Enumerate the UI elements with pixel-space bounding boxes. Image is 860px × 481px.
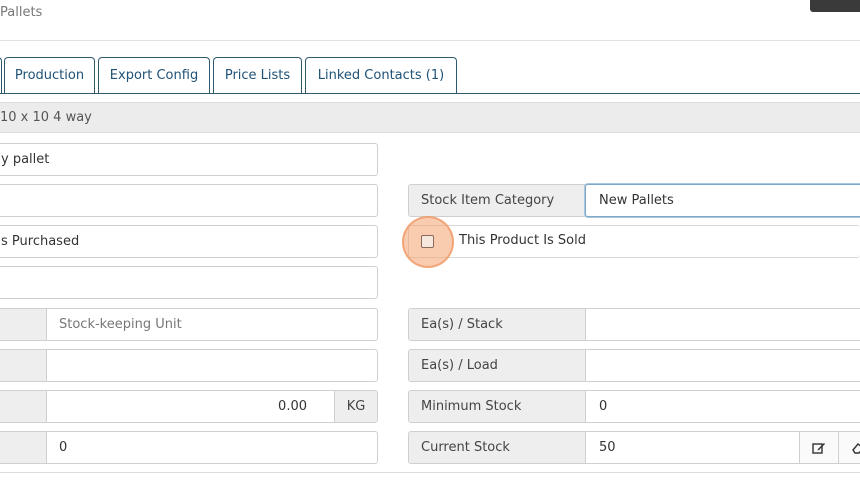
description-field[interactable]: y pallet bbox=[0, 143, 378, 176]
field-row-6 bbox=[0, 349, 378, 382]
tab-production[interactable]: Production bbox=[4, 57, 95, 94]
eraser-icon bbox=[851, 442, 860, 454]
section-header: 10 x 10 4 way bbox=[0, 102, 860, 133]
edit-stock-button[interactable] bbox=[799, 432, 837, 463]
sku-addon bbox=[0, 309, 47, 340]
row6-addon bbox=[0, 350, 47, 381]
field-row-8: 0 bbox=[0, 431, 378, 464]
row8-input[interactable]: 0 bbox=[59, 440, 67, 455]
current-stock-label: Current Stock bbox=[409, 432, 586, 463]
tab-linked-contacts[interactable]: Linked Contacts (1) bbox=[305, 57, 457, 94]
section-title: 10 x 10 4 way bbox=[0, 110, 92, 125]
ea-load-group: Ea(s) / Load bbox=[408, 349, 860, 382]
stock-item-category-focus bbox=[585, 184, 860, 217]
text-field-2[interactable] bbox=[0, 184, 378, 217]
edit-icon bbox=[811, 442, 825, 454]
tab-partial[interactable] bbox=[0, 57, 2, 94]
minimum-stock-group: Minimum Stock 0 bbox=[408, 390, 860, 423]
weight-group: 0.00 KG bbox=[0, 390, 378, 423]
sku-group: Stock-keeping Unit bbox=[0, 308, 378, 341]
top-divider bbox=[0, 40, 860, 41]
purchase-value: s Purchased bbox=[1, 234, 80, 249]
tab-price-lists[interactable]: Price Lists bbox=[213, 57, 302, 94]
tab-bar-underline bbox=[0, 93, 860, 94]
breadcrumb[interactable]: Pallets bbox=[0, 5, 42, 20]
minimum-stock-input[interactable]: 0 bbox=[599, 399, 607, 414]
sku-input[interactable]: Stock-keeping Unit bbox=[59, 317, 182, 332]
ea-load-label: Ea(s) / Load bbox=[409, 350, 586, 381]
stock-item-category-label: Stock Item Category bbox=[409, 185, 586, 216]
ea-stack-label: Ea(s) / Stack bbox=[409, 309, 586, 340]
top-right-button[interactable] bbox=[810, 0, 860, 12]
description-value: y pallet bbox=[1, 152, 50, 167]
row8-addon bbox=[0, 432, 47, 463]
minimum-stock-label: Minimum Stock bbox=[409, 391, 586, 422]
bottom-divider bbox=[0, 472, 860, 473]
current-stock-group: Current Stock 50 bbox=[408, 431, 860, 464]
weight-unit: KG bbox=[334, 391, 377, 422]
sold-checkbox-label: This Product Is Sold bbox=[459, 233, 586, 248]
sold-checkbox[interactable] bbox=[421, 235, 434, 248]
weight-input[interactable]: 0.00 bbox=[278, 399, 307, 414]
current-stock-value: 50 bbox=[599, 440, 616, 455]
tab-export-config[interactable]: Export Config bbox=[98, 57, 210, 94]
weight-addon bbox=[0, 391, 47, 422]
ea-stack-group: Ea(s) / Stack bbox=[408, 308, 860, 341]
clear-stock-button[interactable] bbox=[838, 432, 860, 463]
purchase-field[interactable]: s Purchased bbox=[0, 225, 378, 258]
text-field-4[interactable] bbox=[0, 266, 378, 299]
